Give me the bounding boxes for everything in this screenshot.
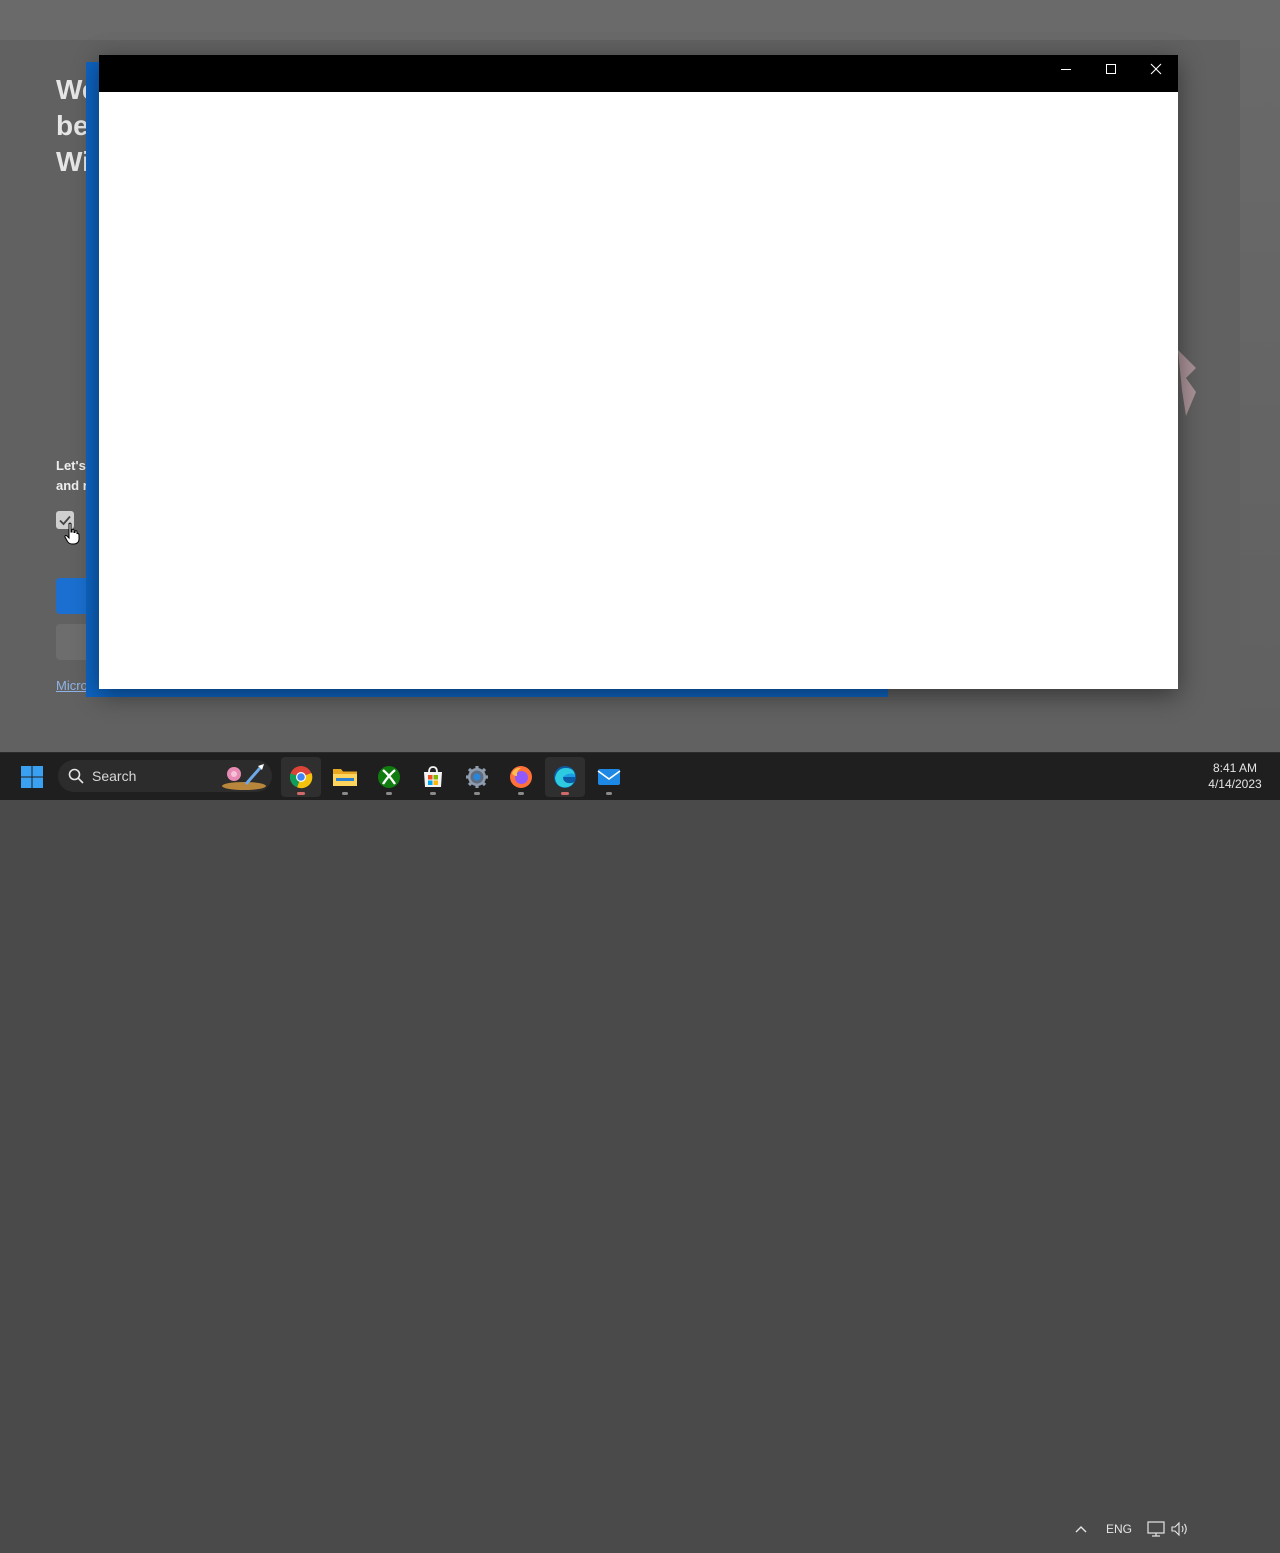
active-indicator <box>297 792 305 795</box>
folder-icon <box>333 769 357 786</box>
running-indicator <box>474 792 480 795</box>
taskbar-firefox[interactable] <box>501 757 541 797</box>
language-indicator[interactable]: ENG <box>1104 1505 1134 1553</box>
running-indicator <box>606 792 612 795</box>
network-status-button[interactable] <box>1146 1505 1166 1553</box>
clock-time: 8:41 AM <box>1212 761 1258 775</box>
volume-button[interactable] <box>1170 1505 1190 1553</box>
gear-icon <box>466 766 488 788</box>
close-button[interactable] <box>1133 55 1178 83</box>
chevron-up-icon <box>1075 1526 1087 1533</box>
blank-app-window <box>99 55 1178 689</box>
taskbar-mail[interactable] <box>589 757 629 797</box>
running-indicator <box>342 792 348 795</box>
network-icon <box>1147 1521 1165 1537</box>
window-content-area <box>99 92 1178 689</box>
window-titlebar[interactable] <box>99 55 1178 92</box>
chrome-icon <box>289 766 313 789</box>
start-button[interactable] <box>12 757 52 797</box>
minimize-icon <box>1060 69 1071 70</box>
taskbar-file-explorer[interactable] <box>325 757 365 797</box>
clock-date: 4/14/2023 <box>1208 777 1262 791</box>
active-indicator <box>561 792 569 795</box>
system-clock[interactable]: 8:41 AM 4/14/2023 <box>1200 760 1270 792</box>
taskbar-search-box[interactable]: Search <box>58 760 272 792</box>
maximize-icon <box>1105 64 1116 74</box>
store-icon <box>424 766 442 787</box>
close-icon <box>1150 63 1161 75</box>
running-indicator <box>518 792 524 795</box>
firefox-icon <box>510 766 532 788</box>
hand-cursor-icon <box>64 522 80 545</box>
edge-icon <box>554 766 576 788</box>
show-hidden-icons-button[interactable] <box>1068 1505 1094 1553</box>
speaker-icon <box>1171 1521 1187 1537</box>
search-label: Search <box>92 768 137 784</box>
running-indicator <box>430 792 436 795</box>
xbox-icon <box>378 766 400 788</box>
taskbar-microsoft-store[interactable] <box>413 757 453 797</box>
mail-icon <box>597 769 621 785</box>
search-highlight-image <box>222 764 266 790</box>
taskbar-settings[interactable] <box>457 757 497 797</box>
taskbar-xbox[interactable] <box>369 757 409 797</box>
taskbar-chrome[interactable] <box>281 757 321 797</box>
maximize-button[interactable] <box>1088 55 1133 83</box>
search-icon <box>68 768 84 784</box>
minimize-button[interactable] <box>1043 55 1088 83</box>
running-indicator <box>386 792 392 795</box>
language-label: ENG <box>1105 1522 1132 1536</box>
taskbar-edge[interactable] <box>545 757 585 797</box>
windows-logo-icon <box>21 766 43 788</box>
